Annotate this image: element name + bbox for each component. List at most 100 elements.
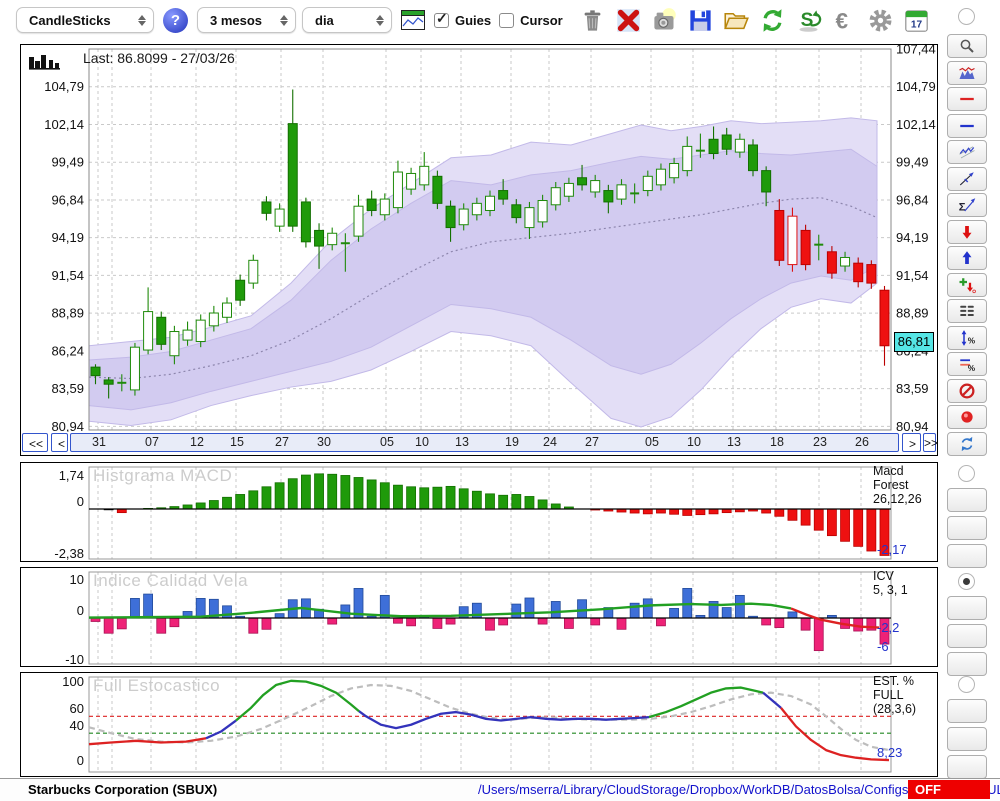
nav-date: 19 [505, 435, 519, 449]
nav-last-button[interactable]: >> [923, 433, 938, 452]
svg-text:60: 60 [70, 701, 84, 716]
nav-date: 10 [687, 435, 701, 449]
settings-gear-icon[interactable] [867, 7, 894, 34]
svg-text:0: 0 [77, 603, 84, 618]
icv-panel: 10 0 -10 Indice Calidad Vela ICV 5, 3, 1 -… [20, 567, 938, 667]
icv-compare-percent-button[interactable] [947, 624, 987, 648]
sync-green-icon[interactable]: S [795, 7, 822, 34]
help-button[interactable]: ? [163, 7, 188, 33]
est-curve-cross-button[interactable] [947, 755, 987, 779]
calendar-icon[interactable]: 17 [903, 7, 930, 34]
svg-text:99,49: 99,49 [896, 155, 929, 170]
svg-text:99,49: 99,49 [51, 155, 84, 170]
checkbox-checked-icon [434, 10, 449, 28]
main-chart-radio[interactable] [958, 8, 975, 25]
icv-name: ICV 5, 3, 1 [873, 569, 908, 597]
icv-radio[interactable] [958, 573, 975, 590]
macd-compare-percent-button[interactable] [947, 516, 987, 540]
refresh-blue-button[interactable] [947, 431, 987, 456]
svg-text:88,89: 88,89 [51, 306, 84, 321]
svg-text:102,14: 102,14 [44, 117, 84, 132]
nav-prev-button[interactable]: < [51, 433, 68, 452]
svg-text:S: S [800, 10, 813, 31]
chart-type-value: CandleSticks [29, 12, 111, 28]
est-signal-arrows-button[interactable] [947, 699, 987, 723]
zoom-button[interactable] [947, 34, 987, 58]
company-name: Starbucks Corporation (SBUX) [28, 782, 218, 797]
timeframe-value: dia [315, 12, 334, 28]
open-folder-icon[interactable] [723, 7, 750, 34]
histogram-icon[interactable] [28, 51, 64, 73]
svg-text:%: % [968, 364, 976, 373]
period-select[interactable]: 3 mesos [197, 7, 296, 33]
icv-curve-cross-button[interactable] [947, 652, 987, 676]
zigzag-button[interactable] [947, 140, 987, 164]
nav-first-button[interactable]: << [22, 433, 48, 452]
compare-percent-button[interactable]: % [947, 352, 987, 376]
nav-date: 31 [92, 435, 106, 449]
guies-checkbox[interactable]: Guies [434, 10, 491, 28]
nav-date: 18 [770, 435, 784, 449]
macd-curve-cross-button[interactable] [947, 544, 987, 568]
svg-text:96,84: 96,84 [896, 192, 929, 207]
lines-menu-button[interactable] [947, 299, 987, 323]
svg-text:80,94: 80,94 [896, 419, 929, 432]
camera-icon[interactable] [651, 7, 678, 34]
save-icon[interactable] [687, 7, 714, 34]
chevron-updown-icon [138, 14, 146, 26]
last-price-label: Last: 86.8099 - 27/03/26 [83, 50, 235, 66]
status-bar: Starbucks Corporation (SBUX) /Users/mser… [0, 778, 1000, 801]
chart-window-icon[interactable] [400, 9, 426, 31]
icv-line-value: -2,2 [877, 620, 900, 635]
nav-date: 05 [380, 435, 394, 449]
chart-type-select[interactable]: CandleSticks [16, 7, 154, 33]
svg-text:94,19: 94,19 [51, 230, 84, 245]
svg-text:-2,38: -2,38 [54, 546, 84, 561]
trendline-button[interactable] [947, 166, 987, 191]
macd-radio[interactable] [958, 465, 975, 482]
svg-text:100: 100 [62, 674, 84, 689]
delete-x-icon[interactable] [615, 7, 642, 34]
svg-text:102,14: 102,14 [896, 117, 936, 132]
arrow-down-red-button[interactable] [947, 219, 987, 244]
nav-date: 12 [190, 435, 204, 449]
hline-red-button[interactable] [947, 87, 987, 111]
off-badge[interactable]: OFF [908, 780, 990, 799]
candlestick-chart[interactable]: 104,79 104,79 102,14 102,14 99,49 99,49 96,84 9… [21, 45, 937, 432]
svg-text:91,54: 91,54 [51, 268, 84, 283]
icv-watermark: Indice Calidad Vela [93, 571, 249, 590]
svg-text:10: 10 [70, 572, 84, 587]
mini-chart-button[interactable] [947, 60, 987, 85]
est-radio[interactable] [958, 676, 975, 693]
refresh-green-icon[interactable] [759, 7, 786, 34]
stochastic-panel: 100 60 40 0 Full Estocastico EST. % FULL (2… [20, 672, 938, 777]
svg-text:17: 17 [911, 19, 923, 30]
measure-percent-button[interactable]: % [947, 325, 987, 350]
hline-blue-button[interactable] [947, 113, 987, 138]
toolbar-icon-group: S €17 [579, 7, 930, 34]
icv-signal-arrows-button[interactable] [947, 596, 987, 620]
nav-next-button[interactable]: > [902, 433, 921, 452]
stoch-value: 8,23 [877, 745, 903, 760]
cursor-checkbox[interactable]: Cursor [499, 12, 563, 28]
timeframe-select[interactable]: dia [302, 7, 392, 33]
stoch-name: EST. % FULL (28,3,6) [873, 674, 917, 716]
macd-signal-arrows-button[interactable] [947, 488, 987, 512]
svg-text:80,94: 80,94 [51, 419, 84, 432]
record-button[interactable] [947, 405, 987, 429]
svg-text:91,54: 91,54 [896, 268, 929, 283]
svg-text:83,59: 83,59 [51, 381, 84, 396]
add-signal-button[interactable] [947, 272, 987, 297]
arrow-up-blue-button[interactable] [947, 246, 987, 270]
sigma-line-button[interactable]: Σ [947, 193, 987, 217]
checkbox-unchecked-icon [499, 12, 515, 28]
chart-nav: << < 31 07 12 15 27 30 05 10 13 19 24 27 05 10 13 18 23 2… [21, 432, 938, 455]
nav-date-strip[interactable]: 31 07 12 15 27 30 05 10 13 19 24 27 05 10 13 18 23 26 [70, 433, 899, 452]
macd-watermark: Histgrama MACD [93, 466, 233, 485]
euro-icon[interactable]: € [831, 7, 858, 34]
forbid-button[interactable] [947, 378, 987, 403]
svg-text:Σ: Σ [959, 201, 966, 213]
est-compare-percent-button[interactable] [947, 727, 987, 751]
nav-date: 13 [455, 435, 469, 449]
trash-icon[interactable] [579, 7, 606, 34]
